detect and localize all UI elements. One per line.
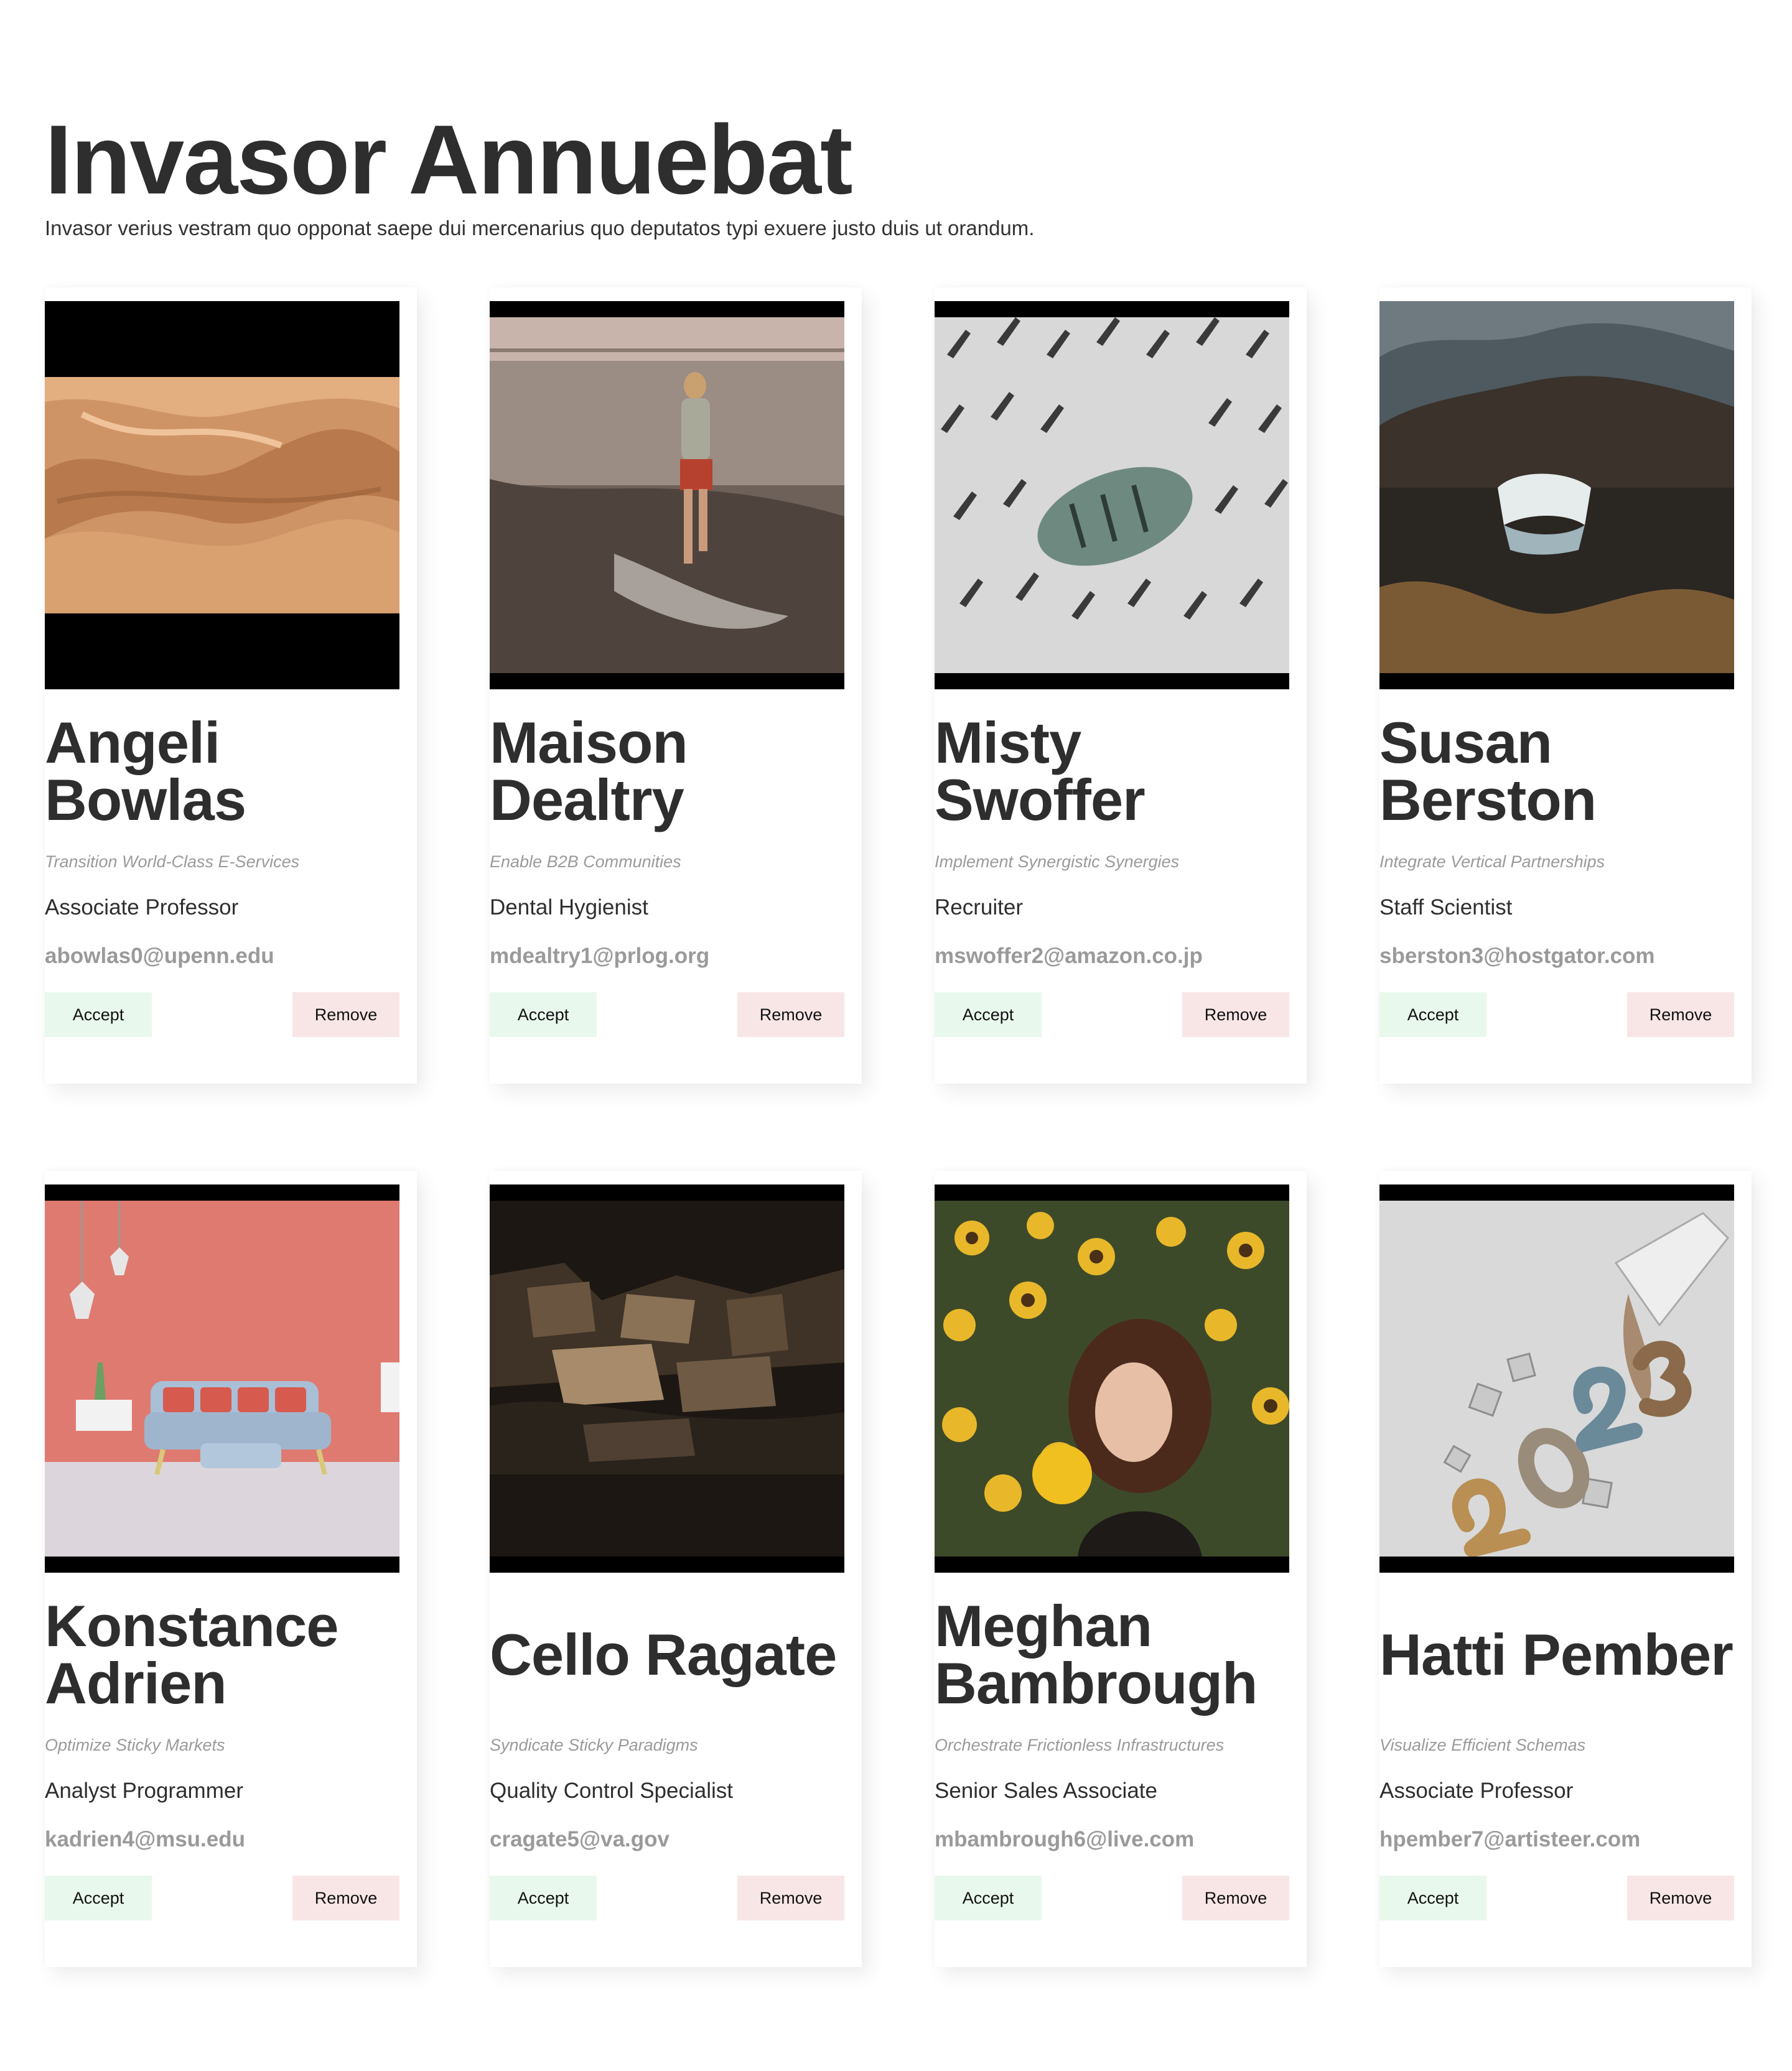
card-grid: Angeli Bowlas Transition World-Class E-S… [45,287,1752,1967]
accept-button[interactable]: Accept [45,992,152,1037]
profile-name: Angeli Bowlas [45,710,246,832]
remove-button[interactable]: Remove [1627,1876,1734,1920]
profile-photo [1379,1184,1734,1573]
remove-button[interactable]: Remove [292,1876,399,1920]
page-title: Invasor Annuebat [45,105,853,215]
profile-email: mswoffer2@amazon.co.jp [935,944,1203,968]
profile-card: Susan Berston Integrate Vertical Partner… [1379,287,1752,1084]
profile-tagline: Implement Synergistic Synergies [935,852,1180,871]
profile-photo [45,301,399,689]
profile-job-title: Analyst Programmer [45,1779,243,1803]
remove-button[interactable]: Remove [1627,992,1734,1037]
accept-button[interactable]: Accept [45,1876,152,1920]
profile-card: Hatti Pember Visualize Efficient Schemas… [1379,1171,1752,1967]
profile-job-title: Recruiter [935,895,1023,919]
architecture-facade-image [935,317,1289,673]
profile-tagline: Enable B2B Communities [490,852,681,871]
remove-button[interactable]: Remove [1182,992,1289,1037]
profile-email: abowlas0@upenn.edu [45,944,274,968]
profile-email: mdealtry1@prlog.org [490,944,710,968]
profile-job-title: Associate Professor [45,895,239,919]
profile-photo [1379,301,1734,689]
profile-tagline: Visualize Efficient Schemas [1379,1736,1586,1754]
profile-name: Susan Berston [1379,710,1597,832]
profile-tagline: Optimize Sticky Markets [45,1736,225,1754]
profile-photo [490,1184,844,1573]
profile-name: Misty Swoffer [935,710,1146,832]
desert-dunes-image [45,377,399,613]
profile-job-title: Quality Control Specialist [490,1779,733,1803]
page: Invasor Annuebat Invasor verius vestram … [0,0,1792,1967]
woman-sunflowers-image [935,1201,1289,1557]
profile-photo [935,1184,1289,1573]
profile-job-title: Staff Scientist [1379,895,1513,919]
profile-email: sberston3@hostgator.com [1379,944,1655,968]
profile-email: kadrien4@msu.edu [45,1827,246,1851]
accept-button[interactable]: Accept [1379,992,1486,1037]
waterfall-landscape-image [1379,301,1734,673]
profile-photo [45,1184,399,1573]
profile-job-title: Senior Sales Associate [935,1779,1157,1803]
profile-tagline: Syndicate Sticky Paradigms [490,1736,698,1754]
profile-email: mbambrough6@live.com [935,1827,1195,1851]
profile-tagline: Integrate Vertical Partnerships [1379,852,1605,871]
profile-card: Meghan Bambrough Orchestrate Frictionles… [935,1171,1307,1967]
accept-button[interactable]: Accept [935,992,1042,1037]
accept-button[interactable]: Accept [1379,1876,1486,1920]
living-room-sofa-image [45,1201,399,1557]
profile-name: Meghan Bambrough [935,1593,1258,1716]
profile-card: Maison Dealtry Enable B2B Communities De… [490,287,862,1084]
profile-tagline: Transition World-Class E-Services [45,852,300,871]
accept-button[interactable]: Accept [490,1876,597,1920]
profile-name: Cello Ragate [490,1622,837,1687]
profile-card: Angeli Bowlas Transition World-Class E-S… [45,287,417,1084]
profile-tagline: Orchestrate Frictionless Infrastructures [935,1736,1225,1754]
woman-walking-beach-image [490,317,844,673]
profile-name: Konstance Adrien [45,1593,339,1716]
remove-button[interactable]: Remove [292,992,399,1037]
remove-button[interactable]: Remove [737,1876,844,1920]
profile-job-title: Dental Hygienist [490,895,648,919]
profile-job-title: Associate Professor [1379,1779,1574,1803]
profile-card: Misty Swoffer Implement Synergistic Syne… [935,287,1307,1084]
page-subtitle: Invasor verius vestram quo opponat saepe… [45,216,1035,240]
profile-photo [935,301,1289,689]
profile-photo [490,301,844,689]
profile-name: Hatti Pember [1379,1622,1734,1687]
accept-button[interactable]: Accept [935,1876,1042,1920]
profile-card: Cello Ragate Syndicate Sticky Paradigms … [490,1171,862,1967]
profile-email: hpember7@artisteer.com [1379,1827,1641,1851]
profile-email: cragate5@va.gov [490,1827,670,1851]
glitter-2023-numbers-image [1379,1201,1734,1557]
abstract-brown-blocks-image [490,1201,844,1557]
remove-button[interactable]: Remove [737,992,844,1037]
profile-card: Konstance Adrien Optimize Sticky Markets… [45,1171,417,1967]
profile-name: Maison Dealtry [490,710,688,832]
accept-button[interactable]: Accept [490,992,597,1037]
remove-button[interactable]: Remove [1182,1876,1289,1920]
